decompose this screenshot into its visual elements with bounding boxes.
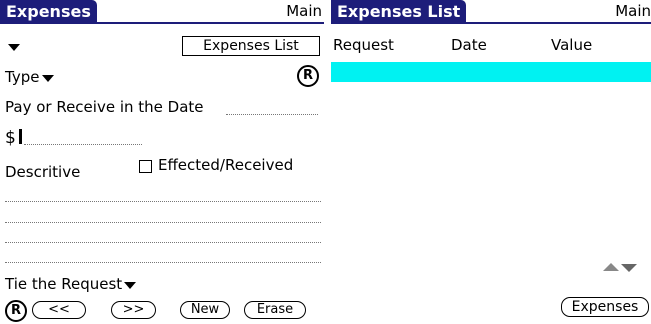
descriptive-label: Descritive bbox=[5, 163, 81, 181]
tie-request-label[interactable]: Tie the Request bbox=[5, 275, 122, 293]
currency-symbol: $ bbox=[5, 128, 16, 148]
expenses-screen: Expenses Main Expenses List Type R Pay o… bbox=[0, 0, 324, 324]
expenses-list-button[interactable]: Expenses List bbox=[182, 36, 320, 56]
description-line-1[interactable] bbox=[5, 201, 321, 202]
next-button[interactable]: >> bbox=[111, 301, 156, 319]
type-label[interactable]: Type bbox=[5, 68, 39, 86]
expenses-list-screen: Expenses List Main Request Date Value Ex… bbox=[331, 0, 651, 324]
tie-request-dropdown-arrow-icon[interactable] bbox=[124, 282, 136, 289]
erase-button[interactable]: Erase bbox=[244, 301, 306, 319]
column-header-date: Date bbox=[451, 36, 487, 54]
title-rule bbox=[331, 22, 651, 24]
column-header-value: Value bbox=[551, 36, 593, 54]
pay-date-field[interactable] bbox=[226, 114, 318, 115]
title-rule bbox=[0, 22, 324, 24]
scroll-down-icon[interactable] bbox=[621, 264, 637, 272]
text-cursor bbox=[19, 129, 22, 144]
effected-checkbox[interactable] bbox=[139, 160, 152, 173]
title-bar: Expenses Main bbox=[0, 0, 324, 24]
registered-logo-small-icon: R bbox=[5, 300, 27, 322]
new-button[interactable]: New bbox=[180, 301, 230, 319]
title-bar: Expenses List Main bbox=[331, 0, 651, 24]
pay-date-label: Pay or Receive in the Date bbox=[5, 98, 204, 116]
description-line-4[interactable] bbox=[5, 262, 321, 263]
registered-logo-icon: R bbox=[297, 65, 319, 87]
form-title[interactable]: Expenses bbox=[0, 0, 97, 24]
expenses-button[interactable]: Expenses bbox=[561, 297, 649, 317]
description-line-3[interactable] bbox=[5, 242, 321, 243]
prev-button[interactable]: << bbox=[32, 301, 86, 319]
effected-label[interactable]: Effected/Received bbox=[158, 156, 293, 174]
menu-main[interactable]: Main bbox=[286, 2, 322, 20]
list-title[interactable]: Expenses List bbox=[331, 0, 467, 24]
amount-field[interactable] bbox=[24, 144, 142, 145]
type-dropdown-arrow-icon[interactable] bbox=[42, 75, 54, 82]
description-line-2[interactable] bbox=[5, 222, 321, 223]
column-header-request: Request bbox=[333, 36, 394, 54]
menu-main[interactable]: Main bbox=[615, 2, 651, 20]
scroll-up-icon[interactable] bbox=[603, 263, 619, 271]
selected-row-highlight[interactable] bbox=[331, 62, 651, 82]
category-dropdown-arrow-icon[interactable] bbox=[8, 44, 20, 51]
